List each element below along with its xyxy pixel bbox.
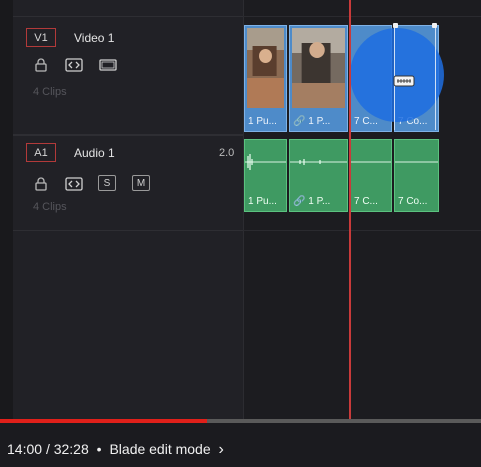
clip-label: 1 Pu... [248,116,277,127]
video-clip[interactable]: 🔗 1 P... [289,25,348,132]
divider [243,230,481,231]
divider [13,16,243,17]
auto-select-icon[interactable] [64,176,84,192]
video-track-name[interactable]: Video 1 [74,31,114,45]
audio-clip[interactable]: 🔗 1 P... [289,139,348,212]
audio-waveform [395,161,438,163]
lock-icon[interactable] [34,57,48,73]
edit-point-line [435,28,436,130]
audio-clip-count: 4 Clips [33,201,67,213]
chevron-right-icon[interactable]: › [219,441,224,458]
link-icon: 🔗 [293,196,306,207]
chapter-title[interactable]: Blade edit mode [109,441,210,457]
duration: 32:28 [53,441,89,457]
audio-waveform [245,154,286,170]
divider [13,134,243,136]
blade-icon [393,74,415,88]
monitor-icon[interactable] [98,57,118,73]
video-clip-count: 4 Clips [33,86,67,98]
panel-edge [0,0,13,420]
solo-button[interactable]: S [98,175,116,191]
clip-thumbnail [247,28,284,108]
clip-label: 7 Co... [398,196,428,207]
playhead[interactable] [349,0,351,420]
current-time: 14:00 [7,441,43,457]
clip-label: 7 C... [354,196,378,207]
audio-level: 2.0 [219,147,235,159]
clip-label: 1 Pu... [248,196,277,207]
audio-clip[interactable]: 7 Co... [394,139,439,212]
audio-waveform [290,159,347,165]
progress-fill [0,419,207,423]
audio-clip[interactable]: 7 C... [350,139,392,212]
audio-track-name[interactable]: Audio 1 [74,146,115,160]
video-track-badge[interactable]: V1 [26,28,56,47]
audio-track-badge[interactable]: A1 [26,143,56,162]
divider [13,230,243,231]
clip-label: 7 C... [354,116,378,127]
mute-button[interactable]: M [132,175,150,191]
clip-thumbnail [292,28,345,108]
clip-label: 🔗 1 P... [293,196,331,207]
link-icon: 🔗 [293,116,306,127]
time-display: 14:00 / 32:28 • Blade edit mode › [7,441,224,459]
audio-waveform [351,161,391,163]
audio-clip[interactable]: 1 Pu... [244,139,287,212]
lock-icon[interactable] [34,176,48,192]
divider [243,16,481,17]
auto-select-icon[interactable] [64,57,84,73]
video-clip[interactable]: 1 Pu... [244,25,287,132]
clip-label: 🔗 1 P... [293,116,331,127]
time-separator: / [45,441,50,457]
bullet: • [96,441,102,457]
